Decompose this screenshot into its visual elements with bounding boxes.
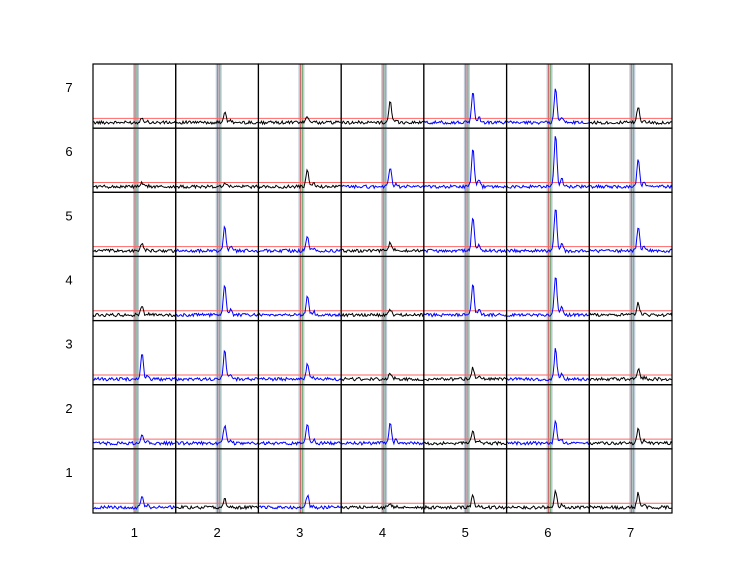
x-tick-label: 5 <box>462 525 469 540</box>
panel-matrix-chart: 1 2 3 4 5 6 7 7 6 5 4 3 2 1 <box>65 63 673 540</box>
panel-5-2 <box>175 191 260 258</box>
panel-7-3 <box>257 63 342 129</box>
panel-5-3 <box>257 191 342 258</box>
panel-3-2 <box>175 319 260 386</box>
panel-3-4 <box>340 319 425 386</box>
panel-1-3 <box>257 448 342 514</box>
panel-5-4 <box>340 191 425 258</box>
x-tick-label: 3 <box>296 525 303 540</box>
panel-6-7 <box>588 127 673 193</box>
panel-4-3 <box>257 255 342 322</box>
panel-2-7 <box>588 384 673 450</box>
x-tick-label: 4 <box>379 525 386 540</box>
y-tick-label: 3 <box>65 337 72 352</box>
y-tick-labels: 7 6 5 4 3 2 1 <box>65 80 72 480</box>
panel-4-2 <box>175 255 260 322</box>
panel-7-6 <box>505 63 590 129</box>
panel-3-7 <box>588 319 673 386</box>
y-tick-label: 5 <box>65 208 72 223</box>
panel-7-5 <box>423 63 508 129</box>
panel-4-5 <box>423 255 508 322</box>
panel-2-4 <box>340 384 425 450</box>
panel-7-4 <box>340 63 425 129</box>
panel-1-4 <box>340 448 425 514</box>
panel-4-4 <box>340 255 425 322</box>
y-tick-label: 1 <box>65 465 72 480</box>
x-tick-label: 7 <box>627 525 634 540</box>
x-tick-label: 1 <box>131 525 138 540</box>
panel-2-2 <box>175 384 260 450</box>
panel-4-6 <box>505 255 590 322</box>
panel-6-3 <box>257 127 342 193</box>
panel-6-1 <box>92 127 177 193</box>
y-tick-label: 4 <box>65 273 72 288</box>
panel-4-1 <box>92 255 177 322</box>
panel-5-7 <box>588 191 673 258</box>
y-tick-label: 6 <box>65 144 72 159</box>
panel-7-1 <box>92 63 177 129</box>
panel-2-1 <box>92 384 177 450</box>
panel-5-6 <box>505 191 590 258</box>
panel-2-5 <box>423 384 508 450</box>
panel-2-3 <box>257 384 342 450</box>
panel-4-7 <box>588 255 673 322</box>
panel-1-6 <box>505 448 590 514</box>
panel-3-1 <box>92 319 177 386</box>
panel-7-7 <box>588 63 673 129</box>
panel-5-1 <box>92 191 177 258</box>
panel-2-6 <box>505 384 590 450</box>
y-tick-label: 2 <box>65 401 72 416</box>
panel-7-2 <box>175 63 260 129</box>
panel-6-4 <box>340 127 425 193</box>
panels <box>92 63 673 514</box>
panel-6-2 <box>175 127 260 193</box>
panel-3-5 <box>423 319 508 386</box>
panel-1-5 <box>423 448 508 514</box>
panel-5-5 <box>423 191 508 258</box>
x-tick-label: 6 <box>544 525 551 540</box>
x-tick-labels: 1 2 3 4 5 6 7 <box>131 525 635 540</box>
panel-6-6 <box>505 127 590 193</box>
panel-1-7 <box>588 448 673 514</box>
panel-1-1 <box>92 448 177 514</box>
x-tick-label: 2 <box>213 525 220 540</box>
panel-1-2 <box>175 448 260 514</box>
panel-3-6 <box>505 319 590 386</box>
panel-6-5 <box>423 127 508 193</box>
panel-3-3 <box>257 319 342 386</box>
y-tick-label: 7 <box>65 80 72 95</box>
